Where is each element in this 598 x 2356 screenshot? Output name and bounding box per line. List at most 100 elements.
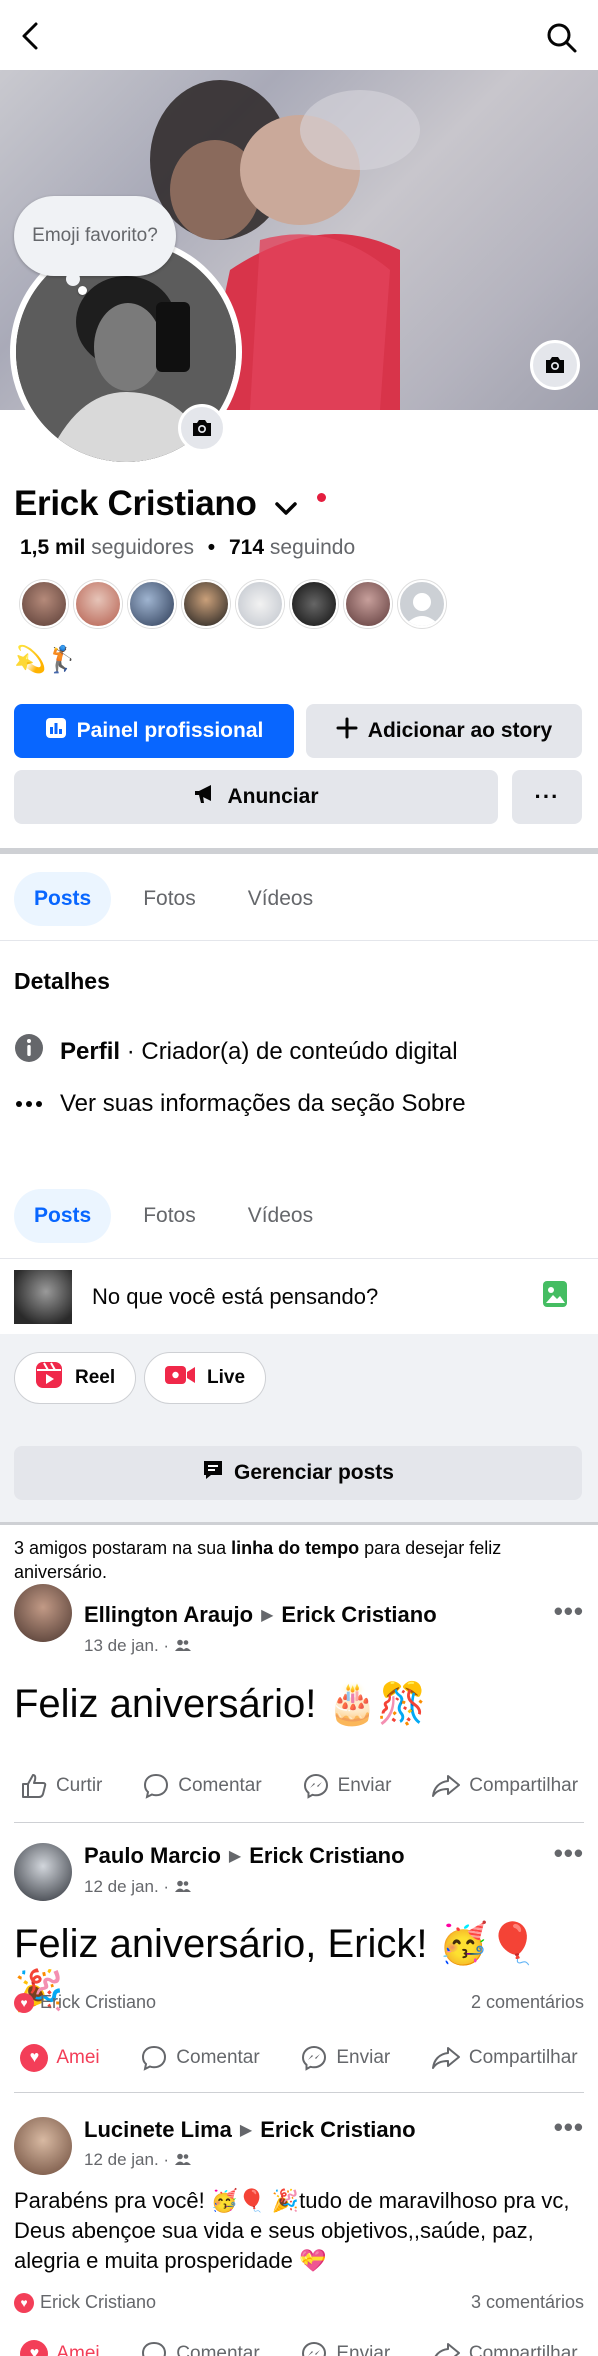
post-text: Feliz aniversário! 🎂🎊 [14, 1682, 428, 1726]
comment-button[interactable]: Comentar [140, 2340, 260, 2356]
chevron-down-icon[interactable] [274, 486, 298, 526]
manage-posts-button[interactable]: Gerenciar posts [14, 1446, 582, 1500]
post-header: Ellington Araujo ▶ Erick Cristiano [84, 1602, 437, 1628]
post-more-icon[interactable]: ••• [554, 1596, 584, 1627]
tab-posts[interactable]: Posts [14, 1189, 112, 1243]
messenger-icon [303, 1773, 328, 1799]
share-button[interactable]: Compartilhar [431, 1772, 578, 1800]
post-date[interactable]: 12 de jan. · [84, 1877, 192, 1897]
friend-avatar[interactable] [74, 580, 122, 628]
love-icon: ♥ [20, 2044, 49, 2072]
send-label: Enviar [336, 2343, 391, 2356]
emoji-bubble[interactable]: Emoji favorito? [14, 196, 176, 276]
post-separator [14, 1822, 584, 1823]
like-button[interactable]: Curtir [20, 1772, 102, 1800]
reel-button[interactable]: Reel [14, 1352, 137, 1404]
profile-name[interactable]: Erick Cristiano [14, 484, 327, 526]
arrow-right-icon: ▶ [261, 1607, 274, 1624]
loved-button[interactable]: ♥ Amei [20, 2340, 100, 2356]
post-author-avatar[interactable] [14, 1843, 72, 1901]
comment-icon [142, 2341, 167, 2356]
reaction-summary[interactable]: ♥ Erick Cristiano [14, 2292, 157, 2314]
friends-audience-icon [175, 2150, 192, 2170]
post-composer[interactable]: No que você está pensando? [0, 1258, 598, 1334]
photo-icon[interactable] [542, 1280, 568, 1313]
send-button[interactable]: Enviar [300, 2044, 390, 2072]
friends-avatars [20, 580, 446, 628]
post-target[interactable]: Erick Cristiano [281, 1602, 436, 1627]
friend-avatar[interactable] [290, 580, 338, 628]
professional-dashboard-button[interactable]: Painel profissional [14, 704, 294, 758]
post-text: Parabéns pra você! 🥳🎈 🎉tudo de maravilho… [14, 2188, 570, 2273]
post-author[interactable]: Ellington Araujo [84, 1602, 253, 1627]
tab-videos[interactable]: Vídeos [228, 872, 333, 926]
friends-audience-icon [175, 1636, 192, 1656]
friends-audience-icon [175, 1877, 192, 1897]
comments-count[interactable]: 3 comentários [471, 2292, 584, 2313]
loved-button[interactable]: ♥ Amei [20, 2044, 100, 2072]
live-video-icon [165, 1364, 195, 1392]
info-icon [14, 1033, 44, 1070]
friend-avatar[interactable] [182, 580, 230, 628]
messenger-icon [302, 2045, 327, 2071]
more-options-button[interactable]: ··· [512, 770, 582, 824]
reel-icon [35, 1361, 63, 1395]
notification-dot [317, 493, 327, 503]
about-link-row[interactable]: Ver suas informações da seção Sobre [14, 1090, 466, 1118]
follow-stats: 1,5 mil seguidores • 714 seguindo [20, 536, 355, 560]
post-author-avatar[interactable] [14, 2117, 72, 2175]
post-author-avatar[interactable] [14, 1584, 72, 1642]
post-date[interactable]: 12 de jan. · [84, 2150, 192, 2170]
send-button[interactable]: Enviar [302, 1772, 391, 1800]
share-button[interactable]: Compartilhar [431, 2340, 578, 2356]
comments-count[interactable]: 2 comentários [471, 1992, 584, 2013]
friend-avatar[interactable] [344, 580, 392, 628]
post-date[interactable]: 13 de jan. · [84, 1636, 192, 1656]
share-button[interactable]: Compartilhar [431, 2044, 578, 2072]
following-label[interactable]: seguindo [270, 536, 355, 559]
friend-avatar[interactable] [236, 580, 284, 628]
comment-label: Comentar [176, 2343, 260, 2356]
tab-videos[interactable]: Vídeos [228, 1189, 333, 1243]
advertise-button[interactable]: Anunciar [14, 770, 498, 824]
friend-avatar-placeholder[interactable] [398, 580, 446, 628]
like-icon [21, 1774, 47, 1798]
tab-posts[interactable]: Posts [14, 872, 112, 926]
timeline-link[interactable]: linha do tempo [231, 1538, 359, 1558]
more-options-icon: ··· [534, 784, 560, 809]
love-reaction-icon: ♥ [14, 2293, 34, 2314]
share-icon [431, 2047, 460, 2069]
cover-camera-icon[interactable] [530, 340, 580, 390]
comment-button[interactable]: Comentar [142, 1772, 262, 1800]
search-icon[interactable] [546, 22, 578, 54]
tab-photos[interactable]: Fotos [123, 1189, 216, 1243]
detail-profile-label: Perfil [60, 1037, 121, 1065]
post-more-icon[interactable]: ••• [554, 1838, 584, 1869]
reactions-row: ♥ Erick Cristiano 2 comentários [14, 1992, 584, 2014]
followers-label[interactable]: seguidores [91, 536, 194, 559]
comment-icon [142, 2045, 167, 2071]
friend-avatar[interactable] [128, 580, 176, 628]
comment-button[interactable]: Comentar [140, 2044, 260, 2072]
following-count[interactable]: 714 [229, 536, 264, 559]
post-author[interactable]: Lucinete Lima [84, 2117, 232, 2142]
post-header: Lucinete Lima ▶ Erick Cristiano [84, 2117, 416, 2143]
composer-placeholder: No que você está pensando? [92, 1283, 379, 1309]
tab-photos[interactable]: Fotos [123, 872, 216, 926]
post-more-icon[interactable]: ••• [554, 2112, 584, 2143]
post-actions: Curtir Comentar Enviar Compartilhar [0, 1768, 598, 1804]
reaction-summary[interactable]: ♥ Erick Cristiano [14, 1992, 156, 2014]
post-author[interactable]: Paulo Marcio [84, 1843, 221, 1868]
followers-count[interactable]: 1,5 mil [20, 536, 85, 559]
post-target[interactable]: Erick Cristiano [260, 2117, 415, 2142]
professional-dashboard-label: Painel profissional [76, 719, 264, 742]
profile-camera-icon[interactable] [178, 404, 226, 452]
friend-avatar[interactable] [20, 580, 68, 628]
section-divider [0, 848, 598, 854]
reaction-by: Erick Cristiano [40, 2292, 157, 2312]
post-target[interactable]: Erick Cristiano [249, 1843, 404, 1868]
send-button[interactable]: Enviar [300, 2340, 390, 2356]
add-story-button[interactable]: Adicionar ao story [306, 704, 582, 758]
back-arrow-icon[interactable] [18, 20, 44, 52]
live-button[interactable]: Live [144, 1352, 267, 1404]
